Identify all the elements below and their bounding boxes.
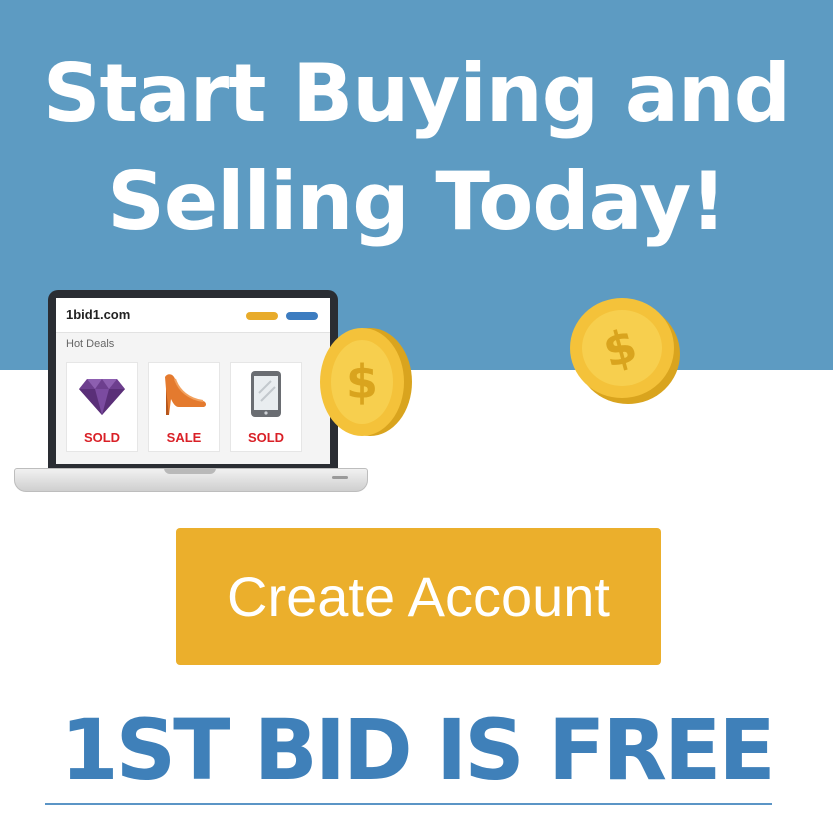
header-pill-yellow bbox=[246, 312, 278, 320]
dollar-coin-icon: $ bbox=[570, 298, 680, 404]
headline-line-1: Start Buying and bbox=[42, 47, 791, 140]
deal-card-label: SALE bbox=[166, 430, 202, 445]
headline: Start Buying and Selling Today! bbox=[0, 40, 833, 256]
create-account-button[interactable]: Create Account bbox=[176, 528, 661, 665]
laptop-screen-frame: 1bid1.com Hot Deals SOLD SALE SOLD bbox=[48, 290, 338, 472]
laptop-notch bbox=[164, 468, 216, 474]
dollar-coin-icon: $ bbox=[320, 328, 412, 436]
promo-underline bbox=[45, 803, 772, 805]
headline-line-2: Selling Today! bbox=[107, 155, 727, 248]
deal-card-label: SOLD bbox=[83, 430, 121, 445]
deal-card-shoe: SALE bbox=[148, 362, 220, 452]
laptop-illustration: 1bid1.com Hot Deals SOLD SALE SOLD bbox=[14, 290, 368, 492]
deal-card-label: SOLD bbox=[247, 430, 285, 445]
laptop-screen: 1bid1.com Hot Deals SOLD SALE SOLD bbox=[56, 298, 330, 464]
diamond-icon bbox=[79, 379, 125, 415]
promo-text: 1ST BID IS FREE bbox=[60, 701, 776, 799]
svg-text:$: $ bbox=[346, 355, 378, 409]
high-heel-shoe-icon bbox=[165, 374, 206, 415]
laptop-indicator bbox=[332, 476, 348, 479]
deal-card-diamond: SOLD bbox=[66, 362, 138, 452]
header-pill-blue bbox=[286, 312, 318, 320]
hot-deals-title: Hot Deals bbox=[66, 338, 115, 350]
site-logo: 1bid1.com bbox=[66, 307, 131, 322]
deal-card-tablet: SOLD bbox=[230, 362, 302, 452]
site-header: 1bid1.com bbox=[56, 298, 330, 333]
tablet-icon bbox=[251, 371, 281, 417]
